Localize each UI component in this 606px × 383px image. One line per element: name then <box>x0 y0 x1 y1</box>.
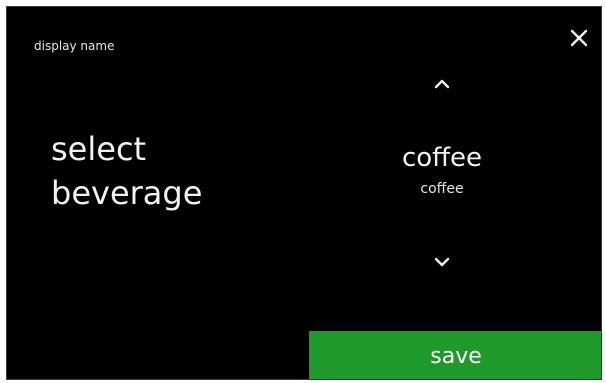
selected-beverage-display-name: coffee <box>420 181 464 197</box>
prompt-line-beverage: beverage <box>51 174 203 212</box>
page-title: display name <box>34 39 115 53</box>
close-icon <box>570 29 588 47</box>
prompt-text: select beverage <box>51 127 202 215</box>
beverage-picker: coffee coffee <box>357 67 527 282</box>
scroll-down-button[interactable] <box>427 252 457 272</box>
chevron-up-icon <box>434 79 450 89</box>
close-button[interactable] <box>567 26 591 50</box>
selected-beverage[interactable]: coffee <box>357 143 527 173</box>
scroll-up-button[interactable] <box>427 73 457 93</box>
prompt-line-select: select <box>51 130 147 168</box>
save-button[interactable]: save <box>309 331 601 379</box>
chevron-down-icon <box>434 257 450 267</box>
display-name-screen: display name select beverage coffee coff… <box>6 6 602 380</box>
